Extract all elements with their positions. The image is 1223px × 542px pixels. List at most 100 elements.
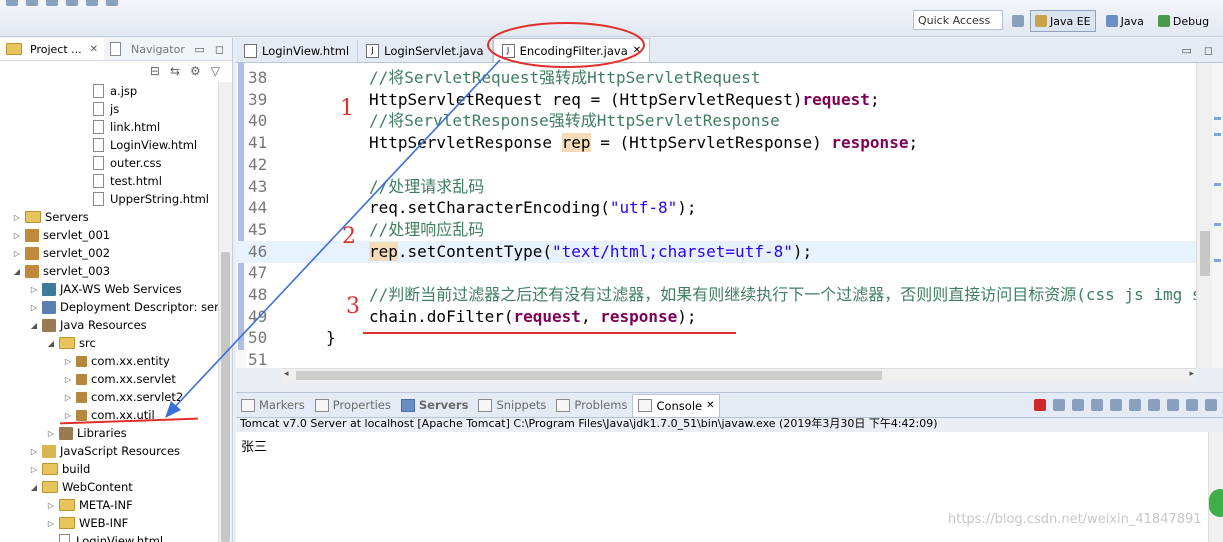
code-line[interactable]: 39 HttpServletRequest req = (HttpServletR… bbox=[236, 89, 1196, 111]
expand-arrow-icon[interactable]: ▷ bbox=[29, 465, 39, 474]
expand-arrow-icon[interactable]: ▷ bbox=[12, 231, 22, 240]
tree-item[interactable]: js bbox=[80, 100, 119, 118]
maximize-icon[interactable]: ◻ bbox=[215, 43, 224, 56]
maximize-icon[interactable]: ◻ bbox=[1204, 44, 1213, 57]
occurrence-marker[interactable] bbox=[1214, 117, 1221, 120]
editor-horizontal-scrollbar[interactable]: ◂ ▸ bbox=[282, 368, 1196, 383]
tree-item[interactable]: ▷ Libraries bbox=[46, 424, 127, 442]
expand-arrow-icon[interactable]: ▷ bbox=[12, 213, 22, 222]
scrollbar-thumb[interactable] bbox=[221, 252, 230, 542]
code-line[interactable]: 45 //处理响应乱码 bbox=[236, 219, 1196, 241]
code-line[interactable]: 38 //将ServletRequest强转成HttpServletRequest bbox=[236, 67, 1196, 89]
display-console-icon[interactable] bbox=[1186, 399, 1198, 411]
tree-item[interactable]: ▷ com.xx.servlet bbox=[63, 370, 176, 388]
expand-arrow-icon[interactable]: ▷ bbox=[46, 429, 56, 438]
code-editor[interactable]: 38 //将ServletRequest强转成HttpServletRequest… bbox=[236, 63, 1196, 368]
code-line[interactable]: 41 HttpServletResponse rep = (HttpServlet… bbox=[236, 132, 1196, 154]
panel-tab[interactable]: Markers bbox=[236, 394, 310, 416]
editor-tab[interactable]: J EncodingFilter.java ✕ bbox=[492, 38, 651, 62]
toolbar-icons[interactable] bbox=[0, 0, 118, 10]
tree-item[interactable]: a.jsp bbox=[80, 82, 137, 100]
toolbar-icon[interactable] bbox=[46, 0, 58, 6]
pin-console-icon[interactable] bbox=[1167, 399, 1179, 411]
toolbar-icon[interactable] bbox=[86, 0, 98, 6]
open-perspective-icon[interactable] bbox=[1012, 15, 1024, 27]
scroll-right-icon[interactable]: ▸ bbox=[1189, 369, 1194, 379]
expand-arrow-icon[interactable]: ▷ bbox=[29, 303, 39, 312]
code-line[interactable]: 50} bbox=[236, 327, 1196, 349]
terminate-icon[interactable] bbox=[1034, 399, 1046, 411]
show-on-output-icon[interactable] bbox=[1148, 399, 1160, 411]
remove-all-icon[interactable] bbox=[1072, 399, 1084, 411]
panel-tab[interactable]: Console ✕ bbox=[632, 393, 721, 417]
open-console-icon[interactable] bbox=[1205, 399, 1217, 411]
tree-item[interactable]: ▷ JavaScript Resources bbox=[29, 442, 180, 460]
close-icon[interactable]: ✕ bbox=[633, 45, 641, 56]
tree-item[interactable]: ▷ build bbox=[29, 460, 90, 478]
quick-access-input[interactable]: Quick Access bbox=[913, 10, 1003, 30]
scrollbar-thumb[interactable] bbox=[1200, 231, 1210, 276]
tree-item[interactable]: ▷ servlet_001 bbox=[12, 226, 110, 244]
occurrence-marker[interactable] bbox=[1214, 223, 1221, 226]
occurrence-marker[interactable] bbox=[1214, 133, 1221, 136]
console-scrollbar[interactable] bbox=[1208, 432, 1223, 542]
tree-item[interactable]: LoginView.html bbox=[46, 532, 163, 542]
code-line[interactable]: 42 bbox=[236, 154, 1196, 176]
expand-arrow-icon[interactable]: ▷ bbox=[63, 375, 73, 384]
tree-item[interactable]: ▷ com.xx.entity bbox=[63, 352, 170, 370]
perspective-java-ee[interactable]: Java EE bbox=[1030, 10, 1096, 32]
expand-arrow-icon[interactable]: ▷ bbox=[29, 285, 39, 294]
tree-item[interactable]: ◢ servlet_003 bbox=[12, 262, 110, 280]
collapse-arrow-icon[interactable]: ◢ bbox=[12, 267, 22, 276]
expand-arrow-icon[interactable]: ▷ bbox=[29, 447, 39, 456]
tree-item[interactable]: ▷ JAX-WS Web Services bbox=[29, 280, 182, 298]
code-line[interactable]: 49 chain.doFilter(request, response); bbox=[236, 306, 1196, 328]
tree-item[interactable]: ▷ Deployment Descriptor: servle bbox=[29, 298, 218, 316]
tree-item[interactable]: ▷ META-INF bbox=[46, 496, 133, 514]
editor-tab[interactable]: J LoginServlet.java bbox=[358, 40, 493, 62]
minimize-icon[interactable]: ▭ bbox=[194, 43, 204, 56]
expand-arrow-icon[interactable]: ▷ bbox=[63, 357, 73, 366]
toolbar-icon[interactable] bbox=[106, 0, 118, 6]
code-line[interactable]: 46 rep.setContentType("text/html;charset=… bbox=[236, 240, 1196, 263]
code-line[interactable]: 43 //处理请求乱码 bbox=[236, 176, 1196, 198]
tab-navigator[interactable]: Navigator bbox=[104, 38, 191, 60]
toolbar-icon[interactable] bbox=[6, 0, 18, 6]
panel-tab[interactable]: Problems bbox=[551, 394, 632, 416]
minimize-icon[interactable]: ▭ bbox=[1181, 44, 1191, 57]
tree-item[interactable]: ▷ WEB-INF bbox=[46, 514, 128, 532]
code-line[interactable]: 48 //判断当前过滤器之后还有没有过滤器，如果有则继续执行下一个过滤器，否则则直… bbox=[236, 284, 1196, 306]
close-icon[interactable]: ✕ bbox=[706, 400, 714, 411]
editor-tab[interactable]: LoginView.html bbox=[236, 40, 359, 62]
explorer-scrollbar[interactable] bbox=[218, 82, 232, 542]
link-editor-icon[interactable]: ⇆ bbox=[170, 64, 180, 78]
tree-item[interactable]: ▷ Servers bbox=[12, 208, 89, 226]
tree-item[interactable]: ◢ Java Resources bbox=[29, 316, 147, 334]
scroll-lock-icon[interactable] bbox=[1110, 399, 1122, 411]
expand-arrow-icon[interactable]: ▷ bbox=[12, 249, 22, 258]
tree-item[interactable]: ◢ WebContent bbox=[29, 478, 133, 496]
tree-item[interactable]: ▷ servlet_002 bbox=[12, 244, 110, 262]
view-menu-icon[interactable]: ▽ bbox=[211, 64, 220, 78]
code-line[interactable]: 44 req.setCharacterEncoding("utf-8"); bbox=[236, 197, 1196, 219]
occurrence-marker[interactable] bbox=[1214, 259, 1221, 262]
panel-tab[interactable]: Servers bbox=[396, 394, 474, 416]
expand-arrow-icon[interactable]: ▷ bbox=[46, 519, 56, 528]
collapse-all-icon[interactable]: ⊟ bbox=[150, 64, 160, 78]
tree-item[interactable]: link.html bbox=[80, 118, 160, 136]
clear-console-icon[interactable] bbox=[1091, 399, 1103, 411]
tree-item[interactable]: UpperString.html bbox=[80, 190, 209, 208]
scrollbar-thumb[interactable] bbox=[296, 371, 882, 380]
toolbar-icon[interactable] bbox=[66, 0, 78, 6]
collapse-arrow-icon[interactable]: ◢ bbox=[29, 483, 39, 492]
code-line[interactable]: 40 //将ServletResponse强转成HttpServletRespon… bbox=[236, 110, 1196, 132]
tab-project-explorer[interactable]: Project ... ✕ bbox=[0, 38, 105, 60]
collapse-arrow-icon[interactable]: ◢ bbox=[29, 321, 39, 330]
tree-item[interactable]: ▷ com.xx.servlet2 bbox=[63, 388, 183, 406]
toolbar-icon[interactable] bbox=[26, 0, 38, 6]
collapse-arrow-icon[interactable]: ◢ bbox=[46, 339, 56, 348]
panel-tab[interactable]: Snippets bbox=[473, 394, 551, 416]
filter-icon[interactable]: ⚙ bbox=[190, 64, 201, 78]
perspective-java[interactable]: Java bbox=[1102, 11, 1148, 31]
tree-item[interactable]: test.html bbox=[80, 172, 162, 190]
